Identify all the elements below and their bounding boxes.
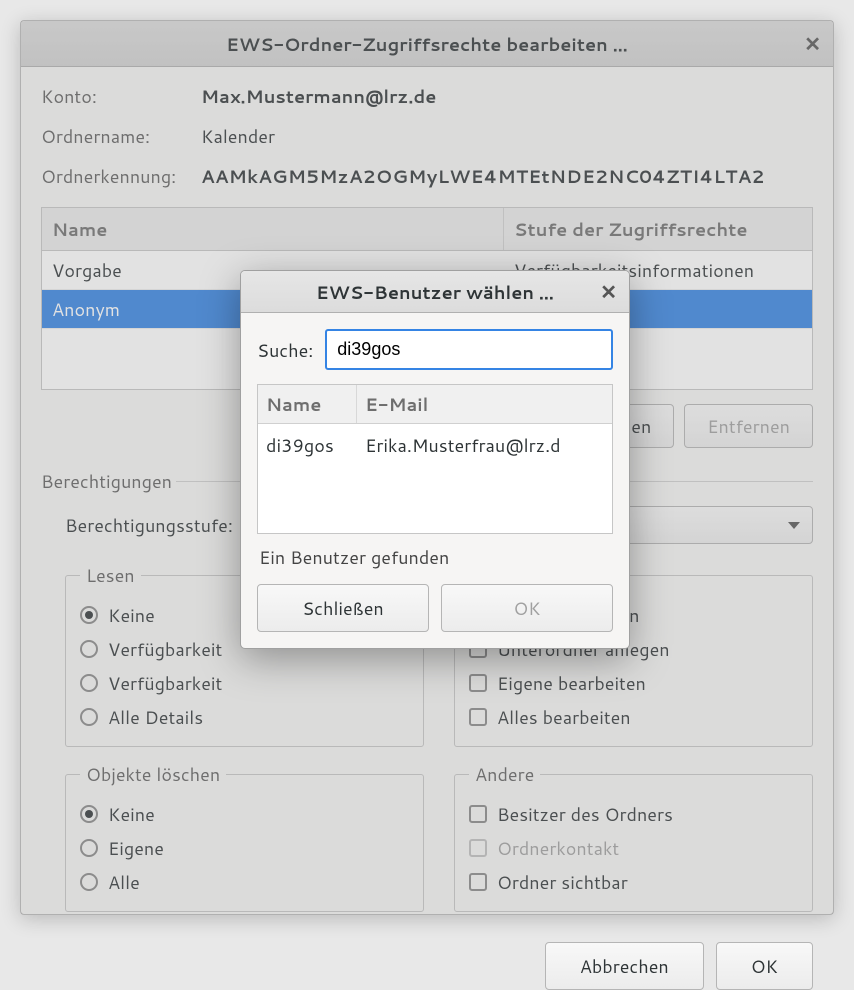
folder-value: Kalender [201, 123, 813, 149]
cancel-button[interactable]: Abbrechen [545, 942, 704, 990]
option-label: Alles bearbeiten [497, 704, 631, 730]
search-label: Suche: [257, 337, 313, 363]
col-level-header[interactable]: Stufe der Zugriffsrechte [504, 208, 812, 250]
permission-level-label: Berechtigungsstufe: [65, 512, 233, 538]
other-fieldset: Andere Besitzer des Ordners Ordnerkontak… [454, 761, 813, 912]
search-status: Ein Benutzer gefunden [259, 544, 611, 570]
delete-fieldset: Objekte löschen Keine Eigene Alle [65, 761, 424, 912]
chevron-down-icon [788, 522, 800, 529]
radio-icon [80, 805, 98, 823]
radio-icon [80, 674, 98, 692]
folder-label: Ordnername: [41, 123, 201, 149]
option-label: Alle [108, 869, 140, 895]
write-edit-own-option[interactable]: Eigene bearbeiten [469, 666, 798, 700]
read-legend: Lesen [80, 562, 141, 588]
delete-none-option[interactable]: Keine [80, 797, 409, 831]
checkbox-icon [469, 674, 487, 692]
main-title: EWS-Ordner-Zugriffsrechte bearbeiten … [226, 31, 628, 57]
modal-footer: Schließen OK [257, 584, 613, 632]
main-titlebar: EWS-Ordner-Zugriffsrechte bearbeiten … ✕ [21, 21, 833, 67]
radio-icon [80, 606, 98, 624]
col-name-header[interactable]: Name [42, 208, 504, 250]
radio-icon [80, 839, 98, 857]
other-visible-option[interactable]: Ordner sichtbar [469, 865, 798, 899]
other-contact-option: Ordnerkontakt [469, 831, 798, 865]
checkbox-icon [469, 805, 487, 823]
other-legend: Andere [469, 761, 540, 787]
read-freebusy-detail-option[interactable]: Verfügbarkeit [80, 666, 409, 700]
remove-button[interactable]: Entfernen [684, 404, 813, 448]
radio-icon [80, 640, 98, 658]
account-label: Konto: [41, 83, 201, 109]
delete-all-option[interactable]: Alle [80, 865, 409, 899]
account-value: Max.Mustermann@lrz.de [201, 83, 813, 109]
result-name: di39gos [258, 424, 357, 466]
folderid-label: Ordnerkennung: [41, 163, 201, 189]
option-label: Eigene [108, 835, 164, 861]
option-label: Besitzer des Ordners [497, 801, 673, 827]
results-table: Name E-Mail di39gos Erika.Musterfrau@lrz… [257, 384, 613, 534]
other-owner-option[interactable]: Besitzer des Ordners [469, 797, 798, 831]
info-grid: Konto: Max.Mustermann@lrz.de Ordnername:… [41, 83, 813, 189]
results-col-email[interactable]: E-Mail [357, 385, 612, 423]
radio-icon [80, 873, 98, 891]
checkbox-icon [469, 839, 487, 857]
search-row: Suche: [257, 329, 613, 370]
modal-body: Suche: Name E-Mail di39gos Erika.Musterf… [241, 313, 629, 648]
delete-own-option[interactable]: Eigene [80, 831, 409, 865]
table-header: Name Stufe der Zugriffsrechte [42, 208, 812, 251]
main-footer: Abbrechen OK [21, 942, 833, 990]
read-all-details-option[interactable]: Alle Details [80, 700, 409, 734]
write-edit-all-option[interactable]: Alles bearbeiten [469, 700, 798, 734]
option-label: Keine [108, 602, 155, 628]
search-input[interactable] [325, 329, 613, 370]
modal-ok-button[interactable]: OK [441, 584, 613, 632]
ok-button[interactable]: OK [716, 942, 813, 990]
close-icon[interactable]: ✕ [804, 30, 821, 58]
modal-close-button[interactable]: Schließen [257, 584, 429, 632]
option-label: Ordnerkontakt [497, 835, 619, 861]
results-row[interactable]: di39gos Erika.Musterfrau@lrz.d [258, 424, 612, 466]
option-label: Verfügbarkeit [108, 636, 222, 662]
close-icon[interactable]: ✕ [600, 278, 617, 306]
modal-titlebar: EWS-Benutzer wählen … ✕ [241, 271, 629, 313]
folderid-value: AAMkAGM5MzA2OGMyLWE4MTEtNDE2NC04ZTI4LTA2 [201, 163, 813, 189]
results-col-name[interactable]: Name [258, 385, 357, 423]
option-label: Ordner sichtbar [497, 869, 628, 895]
checkbox-icon [469, 873, 487, 891]
result-email: Erika.Musterfrau@lrz.d [357, 424, 612, 466]
option-label: Eigene bearbeiten [497, 670, 646, 696]
delete-legend: Objekte löschen [80, 761, 226, 787]
user-picker-dialog: EWS-Benutzer wählen … ✕ Suche: Name E-Ma… [240, 270, 630, 649]
option-label: Verfügbarkeit [108, 670, 222, 696]
results-header: Name E-Mail [258, 385, 612, 424]
radio-icon [80, 708, 98, 726]
option-label: Alle Details [108, 704, 203, 730]
option-label: Keine [108, 801, 155, 827]
checkbox-icon [469, 708, 487, 726]
modal-title: EWS-Benutzer wählen … [316, 279, 554, 305]
